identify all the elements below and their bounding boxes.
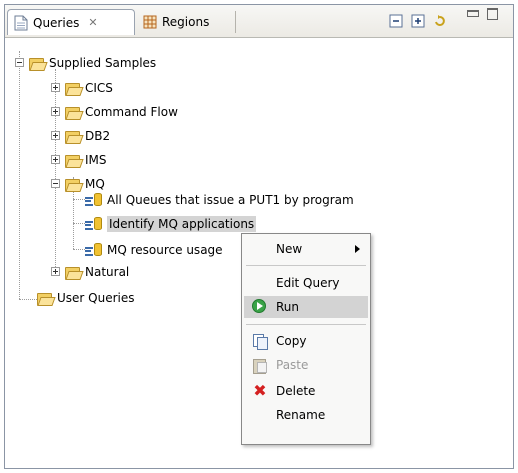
expand-toggle[interactable] (51, 83, 60, 92)
tree-line (73, 223, 85, 224)
tree-node-label: CICS (85, 81, 113, 95)
queries-view: Queries ✕ Regions Supplied Samples CICS … (4, 4, 514, 469)
menu-item-new[interactable]: New (244, 238, 368, 260)
tree-node-user-queries[interactable]: User Queries (37, 289, 135, 307)
expand-toggle[interactable] (51, 131, 60, 140)
tree-node-supplied-samples[interactable]: Supplied Samples (29, 54, 156, 72)
tree-node-db2[interactable]: DB2 (65, 127, 110, 145)
tree-node-query[interactable]: MQ resource usage (85, 241, 239, 259)
folder-icon (65, 154, 84, 168)
query-icon (85, 242, 103, 258)
document-icon (14, 15, 28, 30)
tree-node-label: Identify MQ applications (107, 216, 257, 232)
tree-line (73, 199, 85, 200)
tree-line (19, 299, 37, 300)
query-icon (85, 192, 103, 208)
folder-icon (29, 57, 48, 71)
tree-node-cics[interactable]: CICS (65, 79, 113, 97)
tree-line (55, 69, 56, 267)
grid-icon (143, 15, 157, 29)
tree-node-label: Command Flow (85, 105, 178, 119)
menu-separator (246, 324, 366, 325)
tree-node-command-flow[interactable]: Command Flow (65, 103, 178, 121)
expand-toggle[interactable] (51, 155, 60, 164)
query-icon (85, 216, 103, 232)
tree-node-ims[interactable]: IMS (65, 151, 107, 169)
context-menu: New Edit Query Run Copy Paste ✖ Delete R… (241, 233, 371, 445)
expand-toggle[interactable] (51, 267, 60, 276)
tree-line (19, 51, 20, 299)
tree-node-label: All Queues that issue a PUT1 by program (107, 193, 354, 207)
tree-node-label: MQ (85, 177, 105, 191)
copy-icon (252, 333, 268, 350)
collapse-all-button[interactable] (389, 14, 403, 28)
menu-item-label: Rename (276, 408, 326, 422)
tab-regions-label: Regions (162, 15, 210, 29)
menu-item-copy[interactable]: Copy (244, 330, 368, 352)
menu-item-delete[interactable]: ✖ Delete (244, 380, 368, 402)
tree-line (73, 249, 85, 250)
maximize-icon[interactable] (487, 8, 498, 20)
collapse-all-icon (389, 14, 403, 28)
tab-queries[interactable]: Queries ✕ (7, 9, 135, 35)
tab-queries-label: Queries (33, 15, 80, 30)
tab-regions[interactable]: Regions (137, 9, 237, 35)
folder-icon (65, 82, 84, 96)
menu-item-run[interactable]: Run (244, 296, 368, 318)
submenu-arrow-icon (355, 245, 360, 253)
refresh-icon (435, 15, 445, 26)
folder-icon (65, 266, 84, 280)
folder-icon (65, 130, 84, 144)
menu-item-label: New (276, 242, 303, 256)
tree-node-query-selected[interactable]: Identify MQ applications (85, 215, 257, 233)
minimize-icon[interactable] (467, 10, 479, 17)
expand-all-icon (411, 14, 425, 28)
menu-item-label: Paste (276, 358, 309, 372)
tab-divider (235, 11, 236, 33)
tree-node-natural[interactable]: Natural (65, 263, 129, 281)
menu-item-edit-query[interactable]: Edit Query (244, 272, 368, 294)
folder-icon (65, 106, 84, 120)
refresh-button[interactable] (433, 14, 447, 28)
menu-item-label: Delete (276, 384, 316, 398)
folder-icon (65, 178, 84, 192)
close-icon[interactable]: ✕ (88, 16, 97, 29)
view-tab-bar: Queries ✕ Regions (5, 5, 513, 38)
expand-toggle[interactable] (51, 107, 60, 116)
tree-node-label: Natural (85, 265, 130, 279)
menu-item-label: Edit Query (276, 276, 340, 290)
menu-item-paste: Paste (244, 354, 368, 376)
paste-icon (252, 357, 268, 374)
tree-node-label: DB2 (85, 129, 111, 143)
menu-item-label: Run (276, 300, 300, 314)
folder-icon (37, 292, 56, 306)
menu-separator (246, 265, 366, 266)
tree-node-label: Supplied Samples (49, 56, 157, 70)
tree-node-label: IMS (85, 153, 107, 167)
menu-item-label: Copy (276, 334, 307, 348)
tree-node-label: MQ resource usage (107, 243, 223, 257)
tree-node-query[interactable]: All Queues that issue a PUT1 by program (85, 191, 354, 209)
collapse-toggle[interactable] (51, 179, 60, 188)
collapse-toggle[interactable] (15, 58, 24, 67)
run-icon (252, 299, 268, 315)
menu-item-rename[interactable]: Rename (244, 404, 368, 426)
tree-node-label: User Queries (57, 291, 135, 305)
delete-icon: ✖ (253, 381, 267, 400)
expand-all-button[interactable] (411, 14, 425, 28)
